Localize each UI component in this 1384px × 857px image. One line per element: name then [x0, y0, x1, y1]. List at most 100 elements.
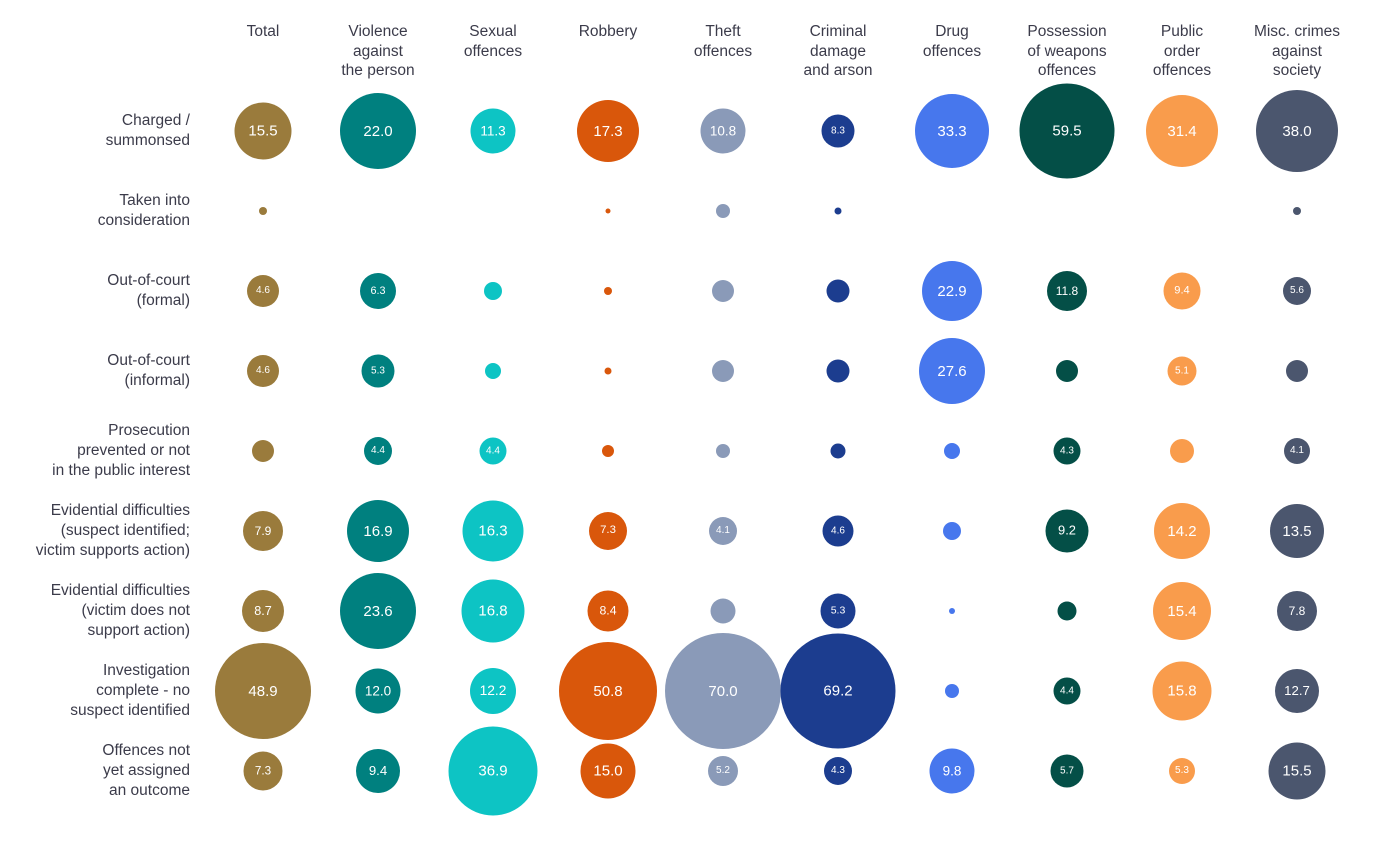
bubble-r5-c9[interactable]: 13.5: [1270, 504, 1324, 558]
bubble-r8-c6[interactable]: 9.8: [929, 748, 975, 794]
bubble-r8-c0[interactable]: 7.3: [243, 751, 283, 791]
bubble-r2-c3[interactable]: [604, 287, 612, 295]
bubble-value-label: 4.6: [256, 285, 270, 296]
bubble-r3-c1[interactable]: 5.3: [361, 354, 395, 388]
column-header-7: Possession of weapons offences: [1027, 23, 1107, 79]
bubble-r4-c4[interactable]: [716, 444, 730, 458]
bubble-r0-c8[interactable]: 31.4: [1146, 95, 1218, 167]
column-header-5: Criminal damage and arson: [803, 23, 873, 79]
bubble-r4-c9[interactable]: 4.1: [1284, 438, 1310, 464]
bubble-r2-c6[interactable]: 22.9: [922, 261, 982, 321]
bubble-r0-c6[interactable]: 33.3: [915, 94, 989, 168]
bubble-r6-c8[interactable]: 15.4: [1153, 582, 1211, 640]
bubble-r5-c4[interactable]: 4.1: [709, 517, 737, 545]
bubble-r1-c5[interactable]: [834, 207, 842, 215]
bubble-r0-c5[interactable]: 8.3: [821, 114, 855, 148]
bubble-r5-c7[interactable]: 9.2: [1045, 509, 1089, 553]
bubble-value-label: 36.9: [478, 762, 508, 780]
bubble-value-label: 9.4: [368, 763, 388, 779]
bubble-value-label: 23.6: [363, 602, 393, 620]
bubble-r0-c1[interactable]: 22.0: [340, 93, 416, 169]
bubble-r8-c2[interactable]: 36.9: [448, 726, 538, 816]
bubble-r4-c0[interactable]: [252, 440, 274, 462]
bubble-r7-c5[interactable]: 69.2: [780, 633, 896, 749]
bubble-r3-c3[interactable]: [604, 367, 612, 375]
bubble-r2-c5[interactable]: [826, 279, 850, 303]
row-label-7: Investigation complete - no suspect iden…: [70, 662, 190, 719]
bubble-r5-c3[interactable]: 7.3: [589, 512, 627, 550]
bubble-r7-c2[interactable]: 12.2: [470, 668, 516, 714]
bubble-r3-c5[interactable]: [826, 359, 850, 383]
bubble-r7-c1[interactable]: 12.0: [355, 668, 401, 714]
bubble-r7-c4[interactable]: 70.0: [665, 633, 781, 749]
bubble-r4-c8[interactable]: [1170, 439, 1194, 463]
bubble-value-label: 38.0: [1282, 122, 1312, 140]
bubble-r2-c1[interactable]: 6.3: [360, 273, 396, 309]
bubble-value-label: 4.3: [831, 765, 845, 776]
bubble-r4-c5[interactable]: [830, 443, 846, 459]
bubble-r7-c6[interactable]: [945, 684, 959, 698]
bubble-r7-c3[interactable]: 50.8: [559, 642, 657, 740]
bubble-r6-c4[interactable]: [710, 598, 736, 624]
bubble-r6-c6[interactable]: [949, 608, 955, 614]
bubble-r3-c4[interactable]: [712, 360, 734, 382]
bubble-r6-c0[interactable]: 8.7: [242, 590, 284, 632]
bubble-r0-c9[interactable]: 38.0: [1256, 90, 1338, 172]
bubble-r0-c4[interactable]: 10.8: [700, 108, 746, 154]
bubble-r1-c9[interactable]: [1293, 207, 1301, 215]
bubble-r2-c9[interactable]: 5.6: [1283, 277, 1311, 305]
bubble-r0-c3[interactable]: 17.3: [577, 100, 639, 162]
bubble-r3-c9[interactable]: [1286, 360, 1308, 382]
bubble-r2-c2[interactable]: [484, 282, 502, 300]
bubble-r7-c7[interactable]: 4.4: [1053, 677, 1081, 705]
bubble-r3-c8[interactable]: 5.1: [1167, 356, 1197, 386]
bubble-r6-c7[interactable]: [1057, 601, 1077, 621]
bubble-r6-c5[interactable]: 5.3: [820, 593, 856, 629]
bubble-r8-c8[interactable]: 5.3: [1169, 758, 1195, 784]
bubble-r6-c2[interactable]: 16.8: [461, 579, 525, 643]
bubble-r0-c7[interactable]: 59.5: [1019, 83, 1115, 179]
bubble-r2-c8[interactable]: 9.4: [1163, 272, 1201, 310]
bubble-r8-c1[interactable]: 9.4: [356, 749, 400, 793]
bubble-r2-c4[interactable]: [712, 280, 734, 302]
bubble-r5-c8[interactable]: 14.2: [1154, 503, 1210, 559]
bubble-r4-c6[interactable]: [944, 443, 960, 459]
row-label-5: Evidential difficulties (suspect identif…: [35, 502, 190, 559]
bubble-r7-c0[interactable]: 48.9: [215, 643, 311, 739]
bubble-r8-c9[interactable]: 15.5: [1268, 742, 1326, 800]
bubble-r1-c3[interactable]: [605, 208, 611, 214]
bubble-r6-c9[interactable]: 7.8: [1277, 591, 1317, 631]
bubble-r4-c2[interactable]: 4.4: [479, 437, 507, 465]
bubble-r3-c0[interactable]: 4.6: [247, 355, 279, 387]
bubble-r1-c0[interactable]: [259, 207, 267, 215]
bubble-r5-c1[interactable]: 16.9: [347, 500, 409, 562]
bubble-r2-c0[interactable]: 4.6: [247, 275, 279, 307]
bubble-r8-c4[interactable]: 5.2: [708, 756, 738, 786]
bubble-r5-c6[interactable]: [943, 522, 961, 540]
bubble-value-label: 4.6: [256, 365, 270, 376]
bubble-r5-c0[interactable]: 7.9: [243, 511, 283, 551]
bubble-r6-c1[interactable]: 23.6: [340, 573, 416, 649]
bubble-r5-c2[interactable]: 16.3: [462, 500, 524, 562]
bubble-r2-c7[interactable]: 11.8: [1047, 271, 1087, 311]
bubble-r3-c6[interactable]: 27.6: [919, 338, 985, 404]
bubble-r1-c4[interactable]: [716, 204, 730, 218]
bubble-r6-c3[interactable]: 8.4: [587, 590, 629, 632]
bubble-r0-c0[interactable]: 15.5: [234, 102, 292, 160]
bubble-r8-c3[interactable]: 15.0: [580, 743, 636, 799]
bubble-r5-c5[interactable]: 4.6: [822, 515, 854, 547]
bubble-r3-c2[interactable]: [485, 363, 501, 379]
bubble-r3-c7[interactable]: [1056, 360, 1078, 382]
bubble-r7-c8[interactable]: 15.8: [1152, 661, 1212, 721]
bubble-r7-c9[interactable]: 12.7: [1275, 669, 1319, 713]
bubble-value-label: 4.4: [371, 445, 385, 456]
bubble-r4-c3[interactable]: [602, 445, 614, 457]
bubble-value-label: 5.1: [1175, 365, 1189, 376]
column-header-1: Violence against the person: [341, 23, 415, 79]
bubble-r8-c7[interactable]: 5.7: [1050, 754, 1084, 788]
bubble-r8-c5[interactable]: 4.3: [824, 757, 852, 785]
bubble-value-label: 11.3: [480, 123, 506, 139]
bubble-r0-c2[interactable]: 11.3: [470, 108, 516, 154]
bubble-r4-c7[interactable]: 4.3: [1053, 437, 1081, 465]
bubble-r4-c1[interactable]: 4.4: [364, 437, 392, 465]
